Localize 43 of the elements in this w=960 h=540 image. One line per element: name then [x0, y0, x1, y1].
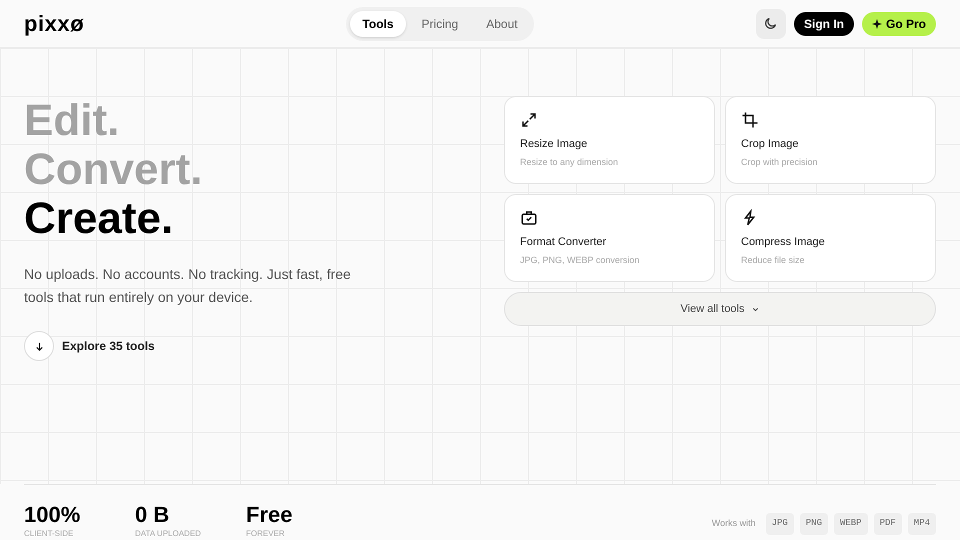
tool-subtitle: Resize to any dimension [520, 156, 620, 169]
tool-title: Resize Image [520, 137, 588, 152]
explore-link[interactable]: Explore 35 tools [62, 337, 155, 355]
tool-subtitle: JPG, PNG, WEBP conversion [520, 254, 640, 266]
stat-value: 0 B [135, 503, 170, 527]
stat-value: 100% [24, 503, 82, 527]
tool-subtitle: Crop with precision [741, 156, 819, 169]
format-tag: PDF [874, 513, 902, 534]
tool-title: Compress Image [741, 235, 826, 250]
nav-tab[interactable]: Pricing [410, 10, 470, 36]
stat-value: Free [246, 503, 294, 527]
tagline: No uploads. No accounts. No tracking. Just fast, free tools that run entirely on your device. [24, 265, 352, 307]
sparkle-icon [872, 18, 882, 28]
format-tag: MP4 [908, 513, 936, 534]
format-tag: PNG [800, 513, 828, 534]
nav-tab[interactable]: Tools [350, 10, 406, 36]
headline-line: Create. [24, 194, 174, 243]
tool-title: Crop Image [741, 137, 800, 152]
sign-in-button[interactable]: Sign In [794, 12, 854, 36]
logo[interactable]: pixxø [24, 7, 144, 40]
tool-title: Format Converter [520, 235, 608, 250]
stat-label: DATA UPLOADED [135, 529, 202, 539]
go-pro-button[interactable]: Go Pro [862, 12, 936, 36]
works-with-label: Works with [712, 517, 756, 530]
format-tag: JPG [766, 513, 794, 534]
moon-icon [763, 16, 778, 31]
stat-label: CLIENT-SIDE [24, 529, 74, 539]
tool-card[interactable]: Format Converter JPG, PNG, WEBP conversion [504, 194, 715, 282]
headline-line: Edit. [24, 96, 120, 145]
tool-subtitle: Reduce file size [741, 254, 806, 266]
format-tag: WEBP [834, 513, 868, 534]
crop-icon [741, 111, 759, 129]
nav-tab[interactable]: About [474, 10, 530, 36]
stat-label: FOREVER [246, 529, 286, 539]
headline-line: Convert. [24, 145, 204, 194]
convert-icon [520, 209, 538, 227]
tool-card[interactable]: Compress Image Reduce file size [725, 194, 936, 282]
view-all-tools-button[interactable]: View all tools [504, 292, 936, 326]
resize-icon [520, 111, 538, 129]
tool-card[interactable]: Crop Image Crop with precision [725, 96, 936, 184]
theme-toggle-button[interactable] [756, 8, 786, 38]
arrow-down-icon [34, 340, 44, 352]
tool-card[interactable]: Resize Image Resize to any dimension [504, 96, 715, 184]
